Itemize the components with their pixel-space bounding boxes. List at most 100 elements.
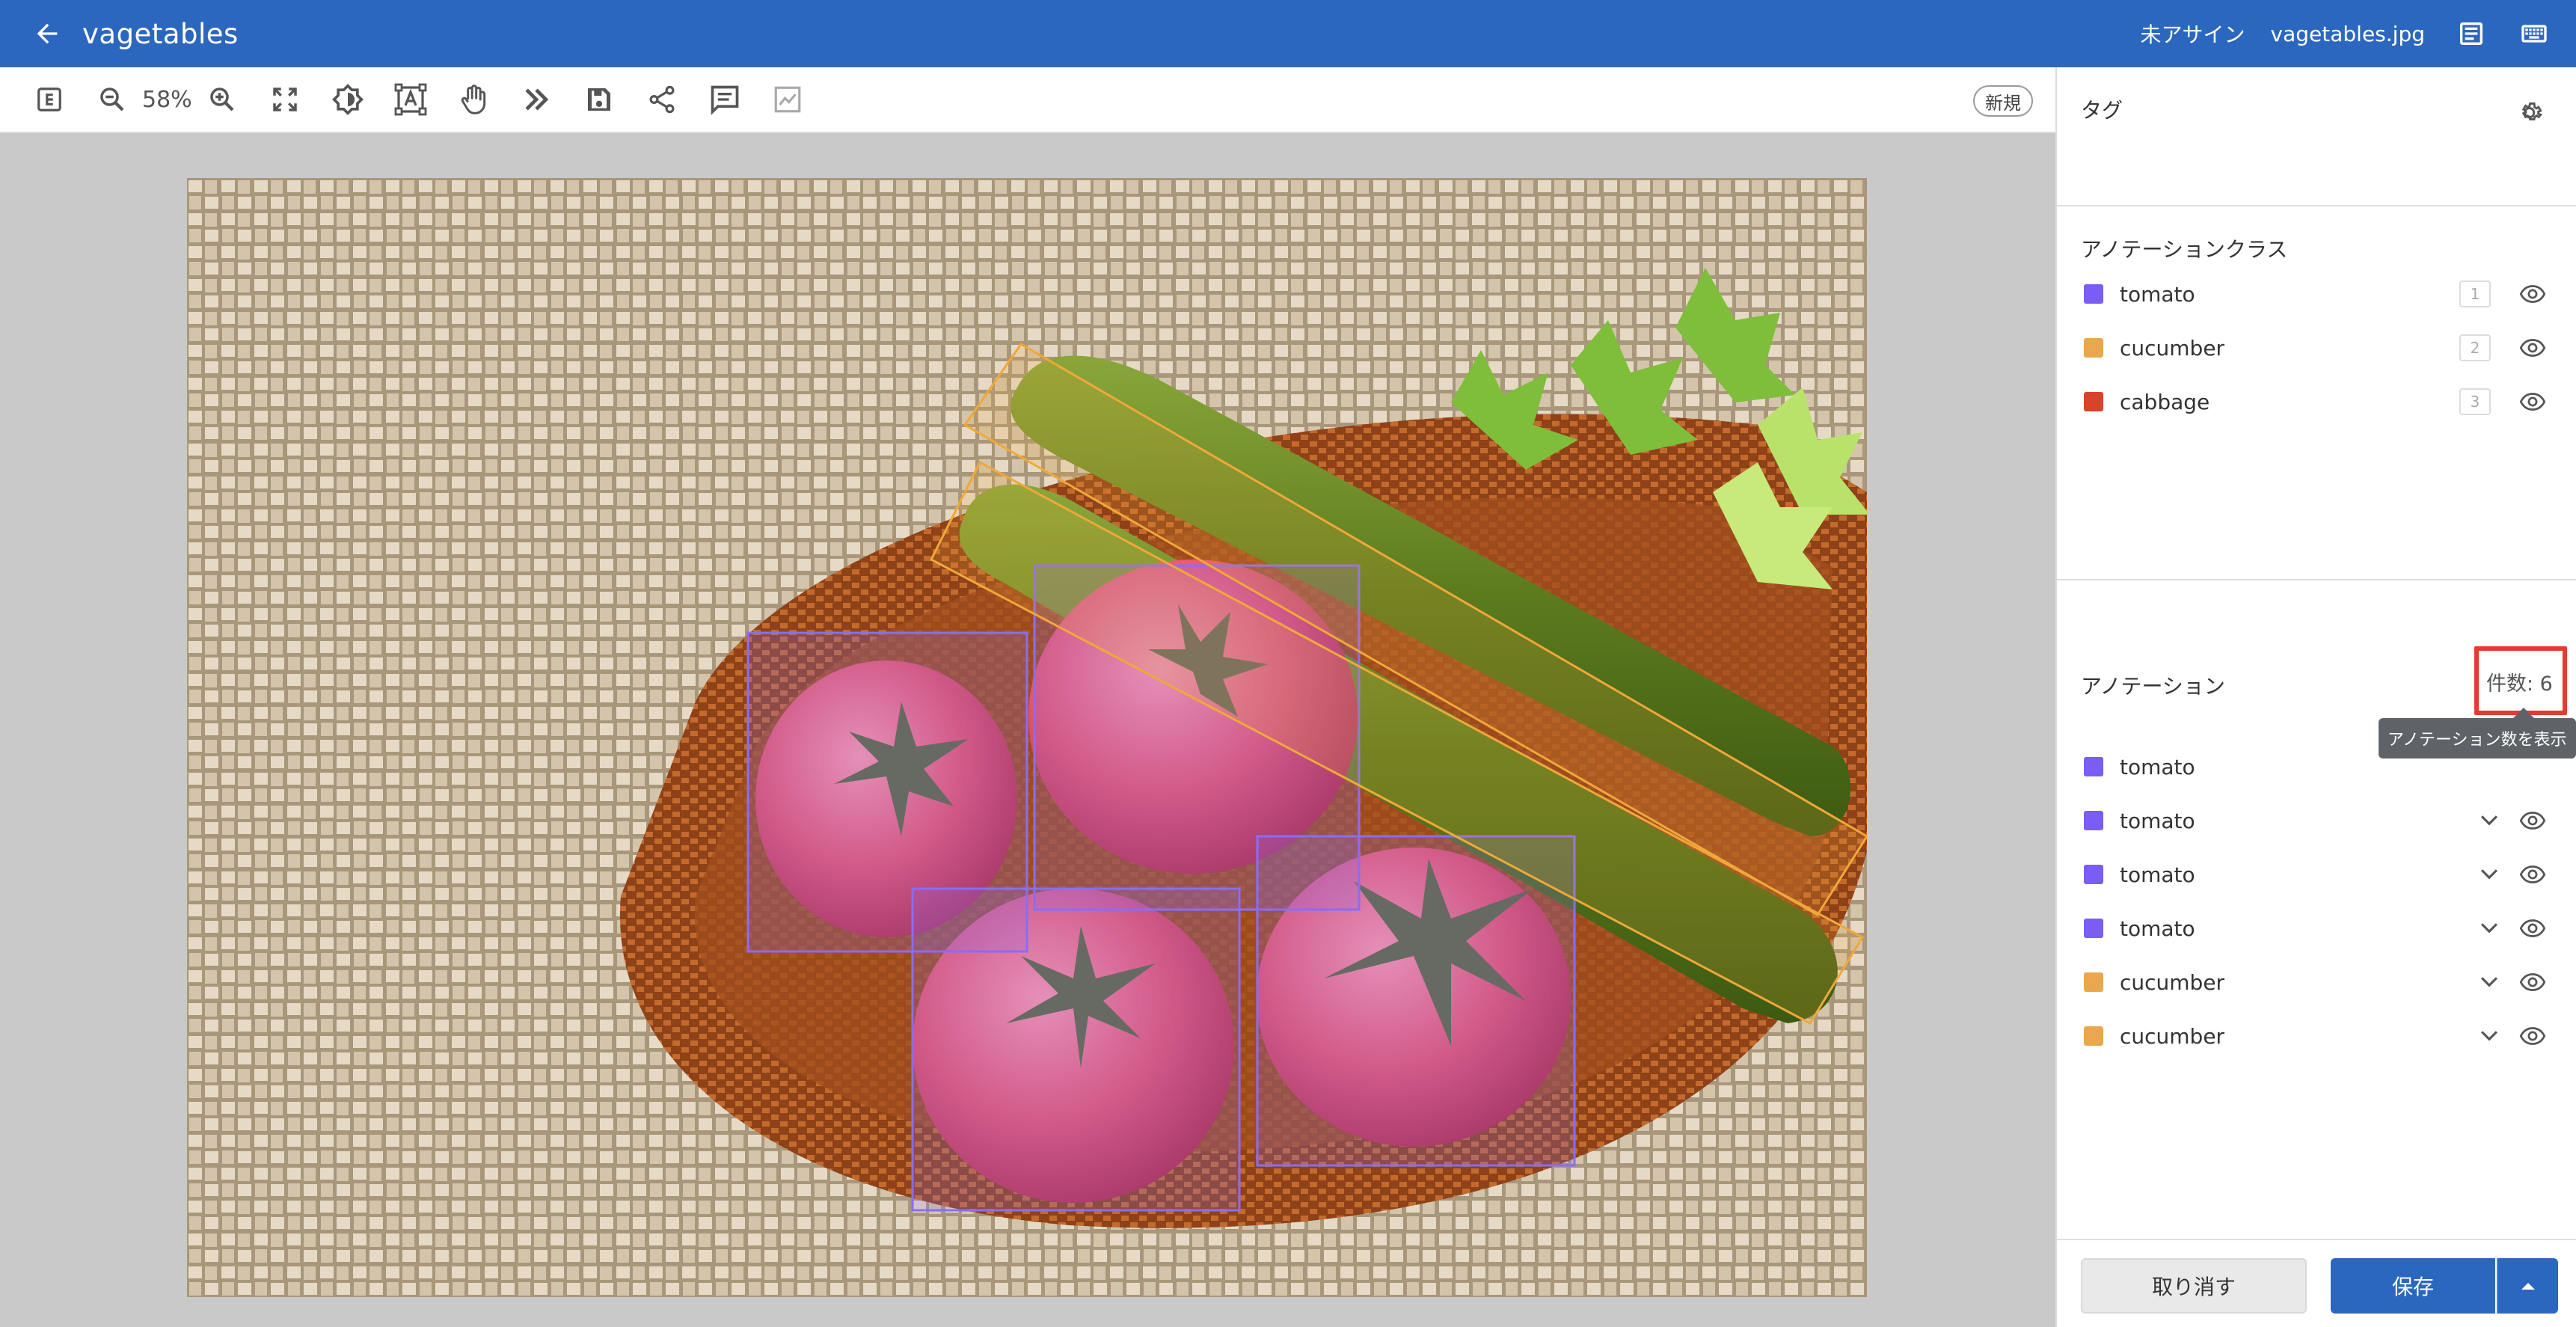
- document-button[interactable]: [2450, 13, 2492, 55]
- zoom-out-icon: [100, 88, 124, 111]
- annotation-canvas[interactable]: [0, 133, 2055, 1327]
- save-button[interactable]: 保存: [2331, 1258, 2495, 1314]
- annotations-section: アノテーション 件数: 6 tomato tomato tomato tomat…: [2057, 580, 2576, 1239]
- page-title: vagetables: [82, 17, 239, 50]
- visibility-toggle[interactable]: [2515, 856, 2551, 892]
- comment-button[interactable]: [702, 77, 747, 122]
- annotation-label: tomato: [2120, 808, 2195, 833]
- class-color-swatch: [2084, 392, 2103, 411]
- chevron-down-icon: [2480, 923, 2498, 934]
- class-color-swatch: [2084, 338, 2103, 358]
- class-color-swatch: [2084, 284, 2103, 304]
- comment-icon: [711, 85, 739, 115]
- count-tooltip: アノテーション数を表示: [2379, 708, 2576, 758]
- class-label: cabbage: [2120, 389, 2210, 414]
- fast-forward-icon: [525, 88, 548, 111]
- visibility-toggle[interactable]: [2515, 803, 2551, 839]
- save-options-button[interactable]: [2497, 1258, 2558, 1314]
- annotation-label: tomato: [2120, 916, 2195, 941]
- tags-section: タグ: [2057, 67, 2576, 206]
- expand-button[interactable]: [2473, 1020, 2506, 1052]
- fit-screen-icon: [272, 88, 297, 111]
- annotation-color-swatch: [2084, 1026, 2103, 1046]
- class-label: cucumber: [2120, 335, 2225, 361]
- annotation-label: tomato: [2120, 754, 2195, 779]
- visibility-toggle[interactable]: [2515, 910, 2551, 946]
- vegetables-photo: [187, 178, 1867, 1297]
- visibility-toggle[interactable]: [2515, 964, 2551, 1000]
- eye-icon: [2519, 393, 2546, 411]
- e-button[interactable]: [27, 77, 72, 122]
- tag-settings-button[interactable]: [2513, 93, 2549, 129]
- class-item-cabbage[interactable]: cabbage 3: [2057, 379, 2576, 425]
- save-tool-button[interactable]: [577, 77, 622, 122]
- file-name: vagetables.jpg: [2270, 21, 2425, 46]
- annotation-color-swatch: [2084, 972, 2103, 992]
- annotation-label: cucumber: [2120, 969, 2225, 995]
- zoom-level: 58%: [142, 86, 192, 113]
- eye-icon: [2519, 973, 2546, 991]
- next-button[interactable]: [514, 77, 559, 122]
- annotation-color-swatch: [2084, 757, 2103, 776]
- visibility-toggle[interactable]: [2515, 330, 2551, 366]
- class-item-cucumber[interactable]: cucumber 2: [2057, 325, 2576, 371]
- fit-screen-button[interactable]: [263, 77, 307, 122]
- panel-footer: 取り消す 保存: [2057, 1239, 2576, 1327]
- chevron-down-icon: [2480, 815, 2498, 826]
- shortcut-key-badge: 3: [2459, 388, 2491, 415]
- annotation-item[interactable]: tomato: [2057, 797, 2576, 844]
- chart-icon: [774, 86, 801, 113]
- visibility-toggle[interactable]: [2515, 276, 2551, 312]
- eye-icon: [2519, 919, 2546, 937]
- annotation-color-swatch: [2084, 811, 2103, 830]
- expand-button[interactable]: [2473, 966, 2506, 999]
- visibility-toggle[interactable]: [2515, 1018, 2551, 1054]
- annotation-item[interactable]: cucumber: [2057, 1013, 2576, 1059]
- annotation-label: cucumber: [2120, 1023, 2225, 1049]
- keyboard-shortcuts-button[interactable]: [2513, 13, 2555, 55]
- zoom-out-button[interactable]: [90, 77, 135, 122]
- text-select-button[interactable]: [388, 77, 433, 122]
- eye-icon: [2519, 339, 2546, 357]
- hand-icon: [461, 85, 485, 114]
- assignee-status[interactable]: 未アサイン: [2141, 19, 2245, 49]
- expand-button[interactable]: [2473, 804, 2506, 837]
- annotation-item[interactable]: tomato: [2057, 905, 2576, 951]
- brightness-icon: [331, 84, 364, 115]
- brightness-button[interactable]: [325, 77, 370, 122]
- back-button[interactable]: [22, 9, 72, 58]
- zoom-in-icon: [209, 88, 234, 111]
- eye-icon: [2519, 865, 2546, 883]
- annotation-color-swatch: [2084, 865, 2103, 884]
- caret-up-icon: [2521, 1283, 2535, 1290]
- eye-icon: [2519, 812, 2546, 830]
- pan-button[interactable]: [451, 77, 496, 122]
- cancel-button[interactable]: 取り消す: [2081, 1258, 2307, 1314]
- annotation-classes-title: アノテーションクラス: [2081, 237, 2288, 262]
- keyboard-icon: [2521, 25, 2547, 43]
- visibility-toggle[interactable]: [2515, 384, 2551, 420]
- text-select-icon: [394, 83, 427, 116]
- share-button[interactable]: [640, 77, 684, 122]
- annotation-item[interactable]: cucumber: [2057, 959, 2576, 1005]
- right-panel: タグ アノテーションクラス tomato 1 cucumber 2 cabbag…: [2055, 67, 2576, 1327]
- document-icon: [2460, 22, 2483, 45]
- zoom-in-button[interactable]: [200, 77, 245, 122]
- tags-title: タグ: [2081, 98, 2123, 123]
- gear-icon: [2521, 102, 2543, 120]
- image-toolbar: 58% 新規: [0, 67, 2055, 133]
- shortcut-key-badge: 1: [2459, 281, 2491, 307]
- class-item-tomato[interactable]: tomato 1: [2057, 271, 2576, 317]
- chevron-down-icon: [2480, 869, 2498, 880]
- arrow-left-icon: [37, 23, 58, 44]
- expand-button[interactable]: [2473, 912, 2506, 945]
- save-icon: [587, 88, 610, 111]
- annotation-item[interactable]: tomato: [2057, 851, 2576, 898]
- annotations-title: アノテーション: [2081, 674, 2225, 699]
- new-button[interactable]: 新規: [1973, 85, 2033, 117]
- expand-button[interactable]: [2473, 858, 2506, 891]
- shortcut-key-badge: 2: [2459, 334, 2491, 361]
- chart-button[interactable]: [765, 77, 810, 122]
- chevron-down-icon: [2480, 1031, 2498, 1041]
- annotation-label: tomato: [2120, 862, 2195, 887]
